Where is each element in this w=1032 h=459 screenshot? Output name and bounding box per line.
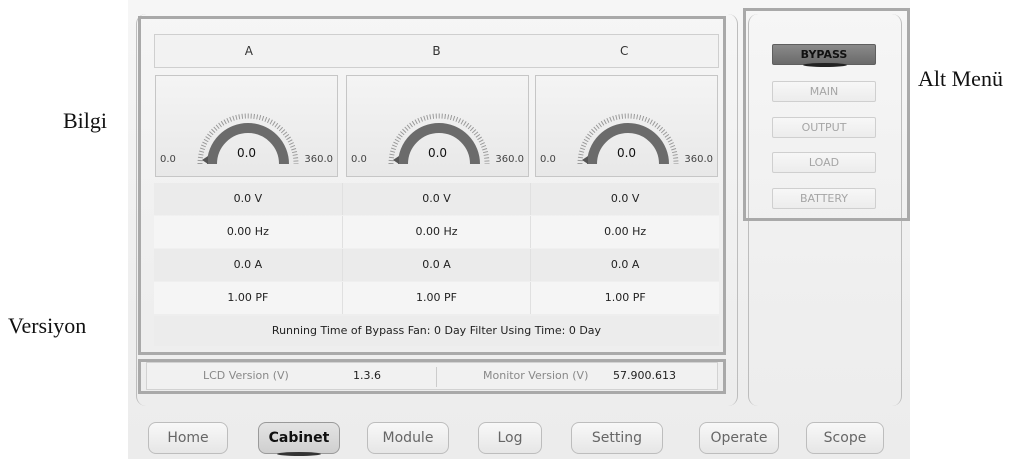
tab-scope[interactable]: Scope <box>806 422 884 454</box>
annotation-info-label: Bilgi <box>63 108 108 133</box>
annotation-submenu-label: Alt Menü <box>918 66 1003 91</box>
submenu-highlight-box <box>743 8 910 221</box>
tab-operate[interactable]: Operate <box>699 422 779 454</box>
tab-module[interactable]: Module <box>367 422 449 454</box>
tab-log[interactable]: Log <box>478 422 542 454</box>
info-highlight-box <box>138 16 726 355</box>
tab-setting[interactable]: Setting <box>571 422 663 454</box>
tab-cabinet[interactable]: Cabinet <box>258 422 340 456</box>
version-highlight-box <box>138 359 726 394</box>
annotation-version-label: Versiyon <box>8 313 87 338</box>
tab-home[interactable]: Home <box>148 422 228 454</box>
